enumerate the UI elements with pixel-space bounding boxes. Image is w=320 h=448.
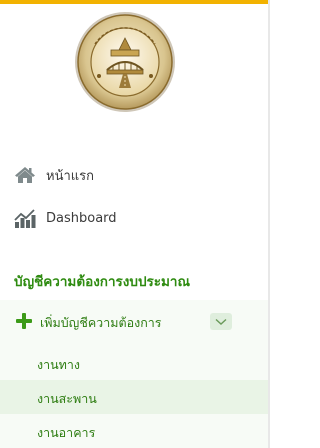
chevron-down-icon: [215, 318, 227, 325]
sub-item-road[interactable]: งานทาง: [0, 346, 268, 380]
add-list-menu-toggle[interactable]: เพิ่มบัญชีความต้องการ: [0, 300, 268, 344]
sidebar-border: [268, 0, 270, 448]
section-title: บัญชีความต้องการงบประมาณ: [14, 274, 191, 290]
sub-item-label: งานทาง: [37, 357, 81, 372]
add-list-label: เพิ่มบัญชีความต้องการ: [40, 315, 162, 330]
sub-item-bridge[interactable]: งานสะพาน: [0, 380, 268, 414]
sub-item-label: งานอาคาร: [37, 425, 96, 440]
home-label: หน้าแรก: [46, 168, 94, 184]
plus-icon: [16, 313, 32, 329]
sub-item-label: งานสะพาน: [37, 391, 97, 406]
sub-item-building[interactable]: งานอาคาร: [0, 414, 268, 448]
home-icon: [14, 164, 40, 186]
expand-toggle-button[interactable]: [210, 313, 232, 330]
sidebar-item-dashboard[interactable]: Dashboard: [14, 206, 117, 230]
sidebar-item-home[interactable]: หน้าแรก: [14, 163, 94, 187]
top-accent-bar: [0, 0, 270, 4]
bar-chart-icon: [14, 207, 40, 229]
dashboard-label: Dashboard: [46, 210, 117, 226]
department-seal-logo: [73, 10, 177, 114]
